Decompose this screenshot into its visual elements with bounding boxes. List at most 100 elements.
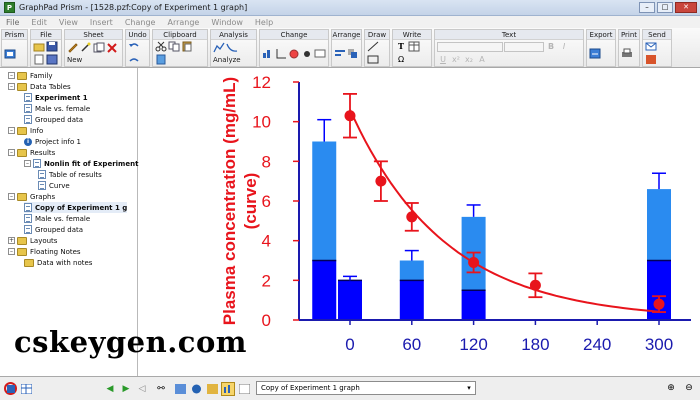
text-tool-icon[interactable]: T [395,41,407,52]
change-symbols-icon[interactable] [301,48,313,59]
menu-insert[interactable]: Insert [90,18,113,27]
menu-help[interactable]: Help [255,18,273,27]
bring-front-icon[interactable] [347,48,359,59]
change-axes-icon[interactable] [275,48,287,59]
tree-label: Table of results [49,170,102,179]
draw-rect-icon[interactable] [367,54,379,65]
expand-toggle[interactable]: – [8,248,15,255]
next-sheet-icon[interactable]: ▶ [119,382,133,396]
expand-toggle[interactable]: – [8,149,15,156]
analysis-curve-icon[interactable] [226,42,238,53]
menu-arrange[interactable]: Arrange [167,18,199,27]
edit-pencil-icon[interactable] [67,42,79,53]
tree-item-copy-graph[interactable]: Copy of Experiment 1 g [24,202,128,213]
tree-item-graph-grouped[interactable]: Grouped data [24,224,83,235]
zoom-out-icon[interactable]: ⊖ [682,381,696,395]
analyze-button[interactable]: Analyze [213,56,241,64]
open-folder-icon[interactable] [33,41,45,52]
expand-toggle[interactable]: + [8,237,15,244]
change-graph-type-icon[interactable] [262,48,274,59]
link-icon[interactable]: ⚯ [151,382,171,396]
maximize-button[interactable]: □ [657,2,673,13]
analysis-chart-icon[interactable] [213,42,225,53]
font-name-select[interactable] [437,41,503,52]
menu-change[interactable]: Change [125,18,156,27]
font-color-icon[interactable]: A [476,54,488,65]
menu-view[interactable]: View [59,18,78,27]
insert-table-icon[interactable] [408,41,420,52]
tree-data-tables[interactable]: – Data Tables [8,81,71,92]
results-view-icon[interactable] [205,382,219,396]
redo-icon[interactable] [128,54,140,65]
delete-sheet-icon[interactable] [106,42,118,53]
cut-icon[interactable] [155,41,167,52]
subscript-icon[interactable]: x₂ [463,54,475,65]
graph-view-icon[interactable] [221,381,235,396]
new-sheet-button[interactable]: New [67,56,82,64]
font-size-select[interactable] [504,41,544,52]
save-icon[interactable] [46,41,58,52]
tree-info[interactable]: – Info [8,125,43,136]
new-file-icon[interactable] [33,54,45,65]
italic-icon[interactable]: I [558,41,570,52]
tree-item-male-female[interactable]: Male vs. female [24,103,90,114]
duplicate-sheet-icon[interactable] [93,42,105,53]
toolbar-group-change: Change [259,29,329,67]
zoom-in-icon[interactable]: ⊕ [664,381,678,395]
tree-item-graph-male-female[interactable]: Male vs. female [24,213,90,224]
copy-icon[interactable] [168,41,180,52]
chevron-down-icon[interactable]: ▾ [464,382,474,394]
tree-floating-notes[interactable]: – Floating Notes [8,246,81,257]
superscript-icon[interactable]: x² [450,54,462,65]
prev-sheet-icon[interactable]: ◀ [103,382,117,396]
underline-icon[interactable]: U [437,54,449,65]
tree-graphs[interactable]: – Graphs [8,191,55,202]
expand-toggle[interactable]: – [24,160,31,167]
back-icon[interactable]: ◁ [135,382,149,396]
undo-icon[interactable] [128,41,140,52]
save-as-icon[interactable] [46,54,58,65]
layout-view-icon[interactable] [237,382,251,396]
align-icon[interactable] [334,48,346,59]
tree-item-nonlin[interactable]: – Nonlin fit of Experiment [24,158,138,169]
tree-item-project-info[interactable]: i Project info 1 [24,136,81,147]
bold-icon[interactable]: B [545,41,557,52]
tree-item-grouped[interactable]: Grouped data [24,114,83,125]
info-view-icon[interactable] [189,382,203,396]
send-email-icon[interactable] [645,41,657,52]
toolbar-group-clipboard: Clipboard [152,29,208,67]
wand-icon[interactable] [80,42,92,53]
x-tick-label: 120 [459,335,487,354]
expand-toggle[interactable]: – [8,127,15,134]
change-legend-icon[interactable] [314,48,326,59]
tree-family[interactable]: – Family [8,70,53,81]
tree-item-experiment1[interactable]: Experiment 1 [24,92,88,103]
send-powerpoint-icon[interactable] [645,54,657,65]
export-icon[interactable] [589,48,601,59]
menu-file[interactable]: File [6,18,19,27]
minimize-button[interactable]: – [639,2,655,13]
paste-icon[interactable] [181,41,193,52]
tree-item-curve[interactable]: Curve [38,180,70,191]
insert-symbol-icon[interactable]: Ω [395,54,407,65]
navigator-toggle-icon[interactable] [4,382,17,395]
sheet-selector[interactable]: Copy of Experiment 1 graph ▾ [256,381,476,395]
expand-toggle[interactable]: – [8,83,15,90]
print-icon[interactable] [621,48,633,59]
draw-line-icon[interactable] [367,41,379,52]
data-view-icon[interactable] [173,382,187,396]
prism-home-icon[interactable] [4,48,16,59]
table-view-icon[interactable] [19,382,33,396]
tree-results[interactable]: – Results [8,147,55,158]
expand-toggle[interactable]: – [8,193,15,200]
close-button[interactable]: ✕ [675,2,697,13]
paste-special-icon[interactable] [155,54,167,65]
prism-app-icon[interactable]: P [4,2,15,13]
tree-item-table-results[interactable]: Table of results [38,169,102,180]
tree-layouts[interactable]: + Layouts [8,235,57,246]
menu-window[interactable]: Window [211,18,243,27]
change-colors-icon[interactable] [288,48,300,59]
menu-edit[interactable]: Edit [31,18,47,27]
tree-item-data-notes[interactable]: Data with notes [24,257,92,268]
expand-toggle[interactable]: – [8,72,15,79]
